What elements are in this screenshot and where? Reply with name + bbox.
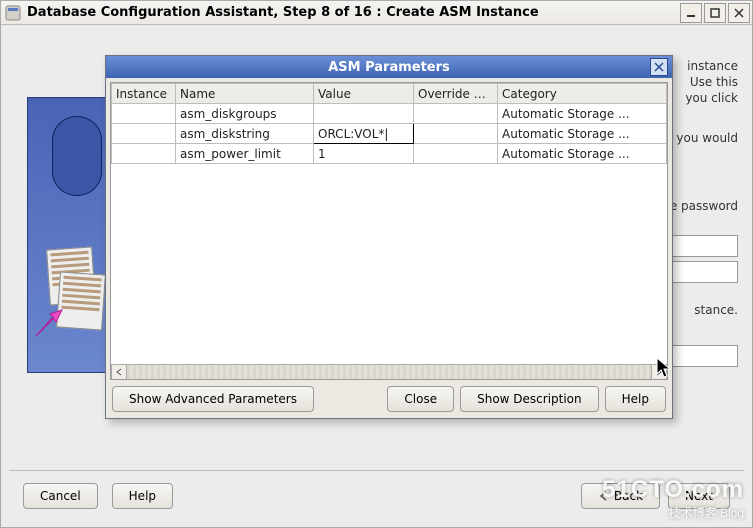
bg-text: instance [687,59,738,73]
dialog-titlebar: ASM Parameters [106,56,672,78]
cell-override[interactable] [414,124,498,144]
cell-override[interactable] [414,104,498,124]
dialog-body: Instance Name Value Override D... Catego… [106,78,672,418]
cell-category[interactable]: Automatic Storage ... [498,144,667,164]
show-description-button[interactable]: Show Description [460,386,599,412]
horizontal-scrollbar[interactable] [111,364,667,379]
cell-name[interactable]: asm_power_limit [176,144,314,164]
bg-text: Use this [690,75,738,89]
scroll-right-button[interactable] [651,365,667,379]
col-instance[interactable]: Instance [112,84,176,104]
back-button[interactable]: Back [581,483,660,509]
chevron-left-icon [598,491,610,501]
cell-name[interactable]: asm_diskstring [176,124,314,144]
table-row[interactable]: asm_power_limit1 Automatic Storage ... [112,144,667,164]
cell-value[interactable]: 1 [314,144,414,164]
parameters-table[interactable]: Instance Name Value Override D... Catego… [111,83,667,164]
col-category[interactable]: Category [498,84,667,104]
window-title: Database Configuration Assistant, Step 8… [27,5,539,20]
help-button[interactable]: Help [112,483,173,509]
cell-value[interactable]: ORCL:VOL*| [314,124,414,144]
dialog-button-row: Show Advanced Parameters Close Show Desc… [110,380,668,414]
app-icon [5,5,21,21]
titlebar: Database Configuration Assistant, Step 8… [1,1,752,25]
scroll-left-button[interactable] [111,365,127,379]
close-icon [654,62,664,72]
show-advanced-button[interactable]: Show Advanced Parameters [112,386,314,412]
cell-instance[interactable] [112,104,176,124]
dialog-help-button[interactable]: Help [605,386,666,412]
scroll-track[interactable] [127,365,651,379]
cell-instance[interactable] [112,124,176,144]
parameters-table-container: Instance Name Value Override D... Catego… [110,82,668,380]
bg-text: you click [685,91,738,105]
close-button[interactable]: Close [387,386,454,412]
bg-text: e password [670,199,738,213]
col-name[interactable]: Name [176,84,314,104]
cell-category[interactable]: Automatic Storage ... [498,124,667,144]
app-window: Database Configuration Assistant, Step 8… [0,0,753,528]
cell-category[interactable]: Automatic Storage ... [498,104,667,124]
dialog-title: ASM Parameters [128,60,650,75]
bg-text: you would [676,131,738,145]
cancel-button[interactable]: Cancel [23,483,98,509]
separator [9,470,744,471]
maximize-button[interactable] [704,3,726,23]
cell-value[interactable] [314,104,414,124]
minimize-button[interactable] [680,3,702,23]
window-controls [680,3,750,23]
cell-instance[interactable] [112,144,176,164]
sidebar-graphic [27,97,111,373]
col-value[interactable]: Value [314,84,414,104]
table-row[interactable]: asm_diskgroups Automatic Storage ... [112,104,667,124]
cell-override[interactable] [414,144,498,164]
close-button[interactable] [728,3,750,23]
next-button[interactable]: Next [668,483,730,509]
dialog-close-button[interactable] [650,58,668,76]
col-override[interactable]: Override D... [414,84,498,104]
asm-parameters-dialog: ASM Parameters Instance Name Value Overr… [105,55,673,419]
table-row[interactable]: asm_diskstringORCL:VOL*| Automatic Storag… [112,124,667,144]
cell-name[interactable]: asm_diskgroups [176,104,314,124]
nav-bar: Cancel Help Back Next [23,483,730,509]
bg-text: stance. [694,303,738,317]
